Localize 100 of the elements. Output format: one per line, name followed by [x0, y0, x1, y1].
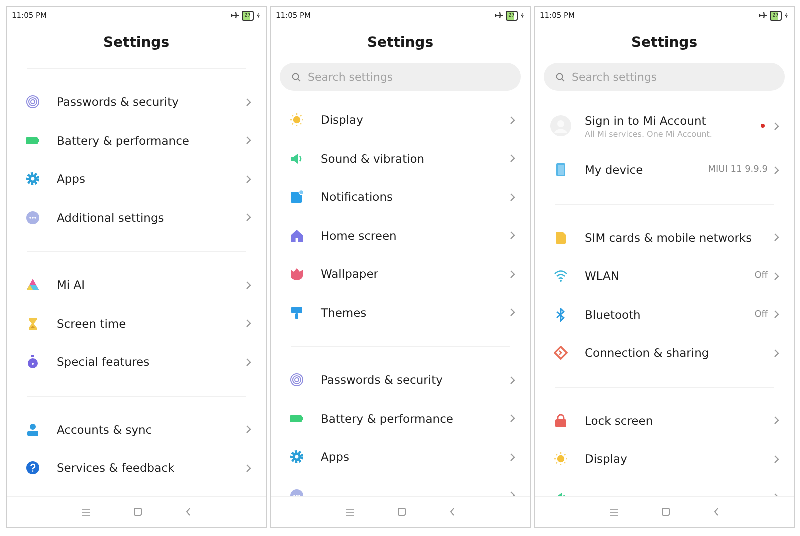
chevron-icon [246, 280, 252, 290]
setting-label[interactable]: Special features [57, 355, 246, 370]
setting-label[interactable]: Screen time [57, 316, 246, 331]
home-button-icon[interactable] [662, 508, 670, 516]
search-field[interactable]: Search settings [280, 63, 521, 91]
screen-title: Settings [367, 34, 434, 50]
help-icon [26, 461, 40, 476]
chevron-icon [246, 464, 252, 473]
chevron-icon [510, 154, 516, 164]
setting-label[interactable]: Accounts & sync [57, 422, 246, 437]
setting-subtitle: All Mi services. One Mi Account. [585, 130, 714, 138]
chevron-icon [510, 414, 516, 424]
home-button-icon[interactable] [134, 508, 142, 516]
chevron-icon [774, 348, 780, 358]
setting-label[interactable]: Notifications [321, 190, 510, 204]
setting-label[interactable]: Connection & sharing [585, 346, 774, 360]
chevron-icon [246, 136, 252, 146]
charging-icon [785, 12, 788, 18]
setting-label[interactable]: Themes [321, 306, 510, 320]
setting-label[interactable]: Apps [321, 450, 510, 464]
chevron-icon [774, 416, 780, 426]
setting-label[interactable]: Passwords & security [57, 95, 246, 110]
sun-icon [554, 452, 568, 466]
sim-card-icon [554, 230, 568, 245]
search-icon [556, 73, 565, 82]
brush-icon [290, 306, 304, 320]
chevron-icon [246, 213, 252, 222]
airplane-icon [758, 12, 767, 19]
setting-label[interactable]: SIM cards & mobile networks [585, 230, 774, 245]
back-icon[interactable] [186, 508, 191, 516]
wifi-icon [554, 269, 568, 284]
chevron-icon [246, 358, 252, 367]
screen-title: Settings [103, 34, 170, 50]
menu-icon[interactable] [82, 508, 90, 516]
setting-label[interactable]: Mi AI [57, 278, 246, 292]
setting-label[interactable]: Bluetooth [585, 308, 755, 322]
search-icon [292, 73, 301, 82]
chevron-icon [246, 319, 252, 328]
chevron-icon [510, 376, 516, 385]
menu-icon[interactable] [346, 508, 354, 516]
chevron-icon [774, 233, 780, 242]
home-button-icon[interactable] [398, 508, 406, 516]
search-field[interactable]: Search settings [544, 63, 785, 91]
setting-value: MIUI 11 9.9.9 [708, 165, 768, 176]
chevron-icon [246, 174, 252, 184]
airplane-icon [494, 12, 503, 19]
stopwatch-icon [26, 355, 40, 370]
chevron-icon [510, 270, 516, 279]
back-icon[interactable] [714, 508, 719, 516]
chevron-icon [510, 308, 516, 318]
bluetooth-icon [554, 308, 568, 322]
house-icon [290, 228, 304, 243]
chevron-icon [510, 231, 516, 240]
setting-label[interactable]: Sign in to Mi Account [585, 114, 761, 128]
setting-label[interactable]: Apps [57, 172, 246, 186]
setting-label[interactable]: My device [585, 163, 708, 178]
setting-label[interactable]: Display [585, 452, 774, 466]
fingerprint-icon [290, 373, 304, 388]
setting-label[interactable]: Lock screen [585, 414, 774, 428]
chevron-icon [510, 116, 516, 125]
chevron-icon [774, 454, 780, 464]
gear-icon [26, 172, 40, 186]
setting-label[interactable]: Display [321, 113, 510, 128]
setting-label[interactable]: Additional settings [57, 210, 246, 225]
setting-label[interactable]: Passwords & security [321, 373, 510, 388]
setting-label[interactable]: Services & feedback [57, 461, 246, 476]
connection-icon [554, 346, 568, 360]
chevron-icon [774, 310, 780, 320]
gear-icon [290, 450, 304, 464]
tulip-icon [290, 267, 304, 282]
chevron-icon [774, 122, 780, 130]
chevron-icon [774, 166, 780, 175]
setting-label[interactable]: Sound & vibration [321, 152, 510, 166]
chevron-icon [246, 98, 252, 107]
chevron-icon [510, 452, 516, 462]
fingerprint-icon [26, 95, 40, 110]
screen-title: Settings [631, 34, 698, 50]
chevron-icon [246, 425, 252, 434]
airplane-icon [230, 12, 239, 19]
setting-value: Off [754, 271, 768, 282]
hourglass-icon [26, 316, 40, 331]
setting-label[interactable]: Wallpaper [321, 267, 510, 282]
person-icon [26, 422, 40, 437]
chevron-icon [510, 192, 516, 202]
charging-icon [257, 12, 260, 18]
back-icon[interactable] [450, 508, 455, 516]
lock-icon [554, 414, 568, 428]
triangle-icon [26, 278, 40, 292]
charging-icon [521, 12, 524, 18]
setting-label[interactable]: Home screen [321, 228, 510, 243]
notification-icon [290, 190, 304, 204]
phone-icon [554, 163, 568, 178]
speaker-icon [290, 152, 304, 166]
chevron-icon [774, 272, 780, 281]
menu-icon[interactable] [610, 508, 618, 516]
setting-label[interactable]: WLAN [585, 269, 755, 284]
sun-icon [290, 113, 304, 128]
setting-label[interactable]: Battery & performance [57, 134, 246, 148]
more-icon [26, 210, 40, 225]
setting-label[interactable]: Battery & performance [321, 412, 510, 426]
